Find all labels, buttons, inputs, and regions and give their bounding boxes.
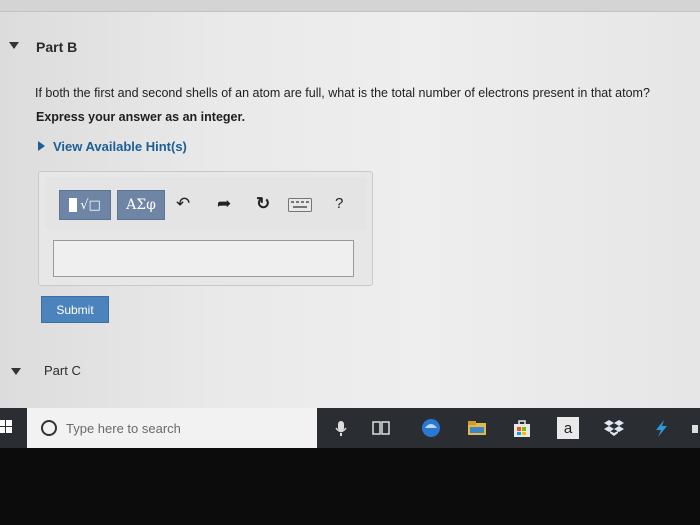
taskbar-search[interactable]: Type here to search xyxy=(27,408,317,448)
hint-expand-icon[interactable] xyxy=(38,141,45,151)
monitor-bezel xyxy=(0,448,700,525)
part-c-title[interactable]: Part C xyxy=(44,363,81,378)
template-square-icon xyxy=(69,198,78,212)
notification-icon[interactable] xyxy=(690,417,700,439)
edge-browser-icon[interactable] xyxy=(418,417,444,439)
vpn-icon[interactable] xyxy=(650,417,672,439)
microphone-icon[interactable] xyxy=(330,417,352,439)
answer-instruction: Express your answer as an integer. xyxy=(36,110,246,124)
answer-input[interactable] xyxy=(53,240,354,277)
cortana-icon xyxy=(41,420,57,436)
start-icon[interactable] xyxy=(0,418,12,436)
undo-icon[interactable]: ↶ xyxy=(176,194,190,214)
task-view-icon[interactable] xyxy=(370,417,392,439)
amazon-icon[interactable]: a xyxy=(557,417,579,439)
part-b-title[interactable]: Part B xyxy=(36,39,77,55)
templates-label: √□ xyxy=(80,197,101,213)
question-text: If both the first and second shells of a… xyxy=(35,86,650,100)
answer-panel: √□ ΑΣφ ↶ ➦ ↻ ? xyxy=(38,171,373,286)
file-explorer-icon[interactable] xyxy=(466,417,488,439)
store-icon[interactable] xyxy=(511,417,533,439)
collapse-part-c-icon[interactable] xyxy=(11,368,21,375)
symbols-button[interactable]: ΑΣφ xyxy=(117,190,165,220)
redo-icon[interactable]: ➦ xyxy=(217,194,231,214)
dropbox-icon[interactable] xyxy=(603,417,625,439)
amazon-label: a xyxy=(563,419,573,437)
windows-taskbar: Type here to search a xyxy=(0,408,700,448)
browser-viewport: Part B If both the first and second shel… xyxy=(0,0,700,412)
symbols-label: ΑΣφ xyxy=(126,197,156,213)
keyboard-icon[interactable] xyxy=(288,197,312,217)
templates-button[interactable]: √□ xyxy=(59,190,111,220)
reset-icon[interactable]: ↻ xyxy=(256,194,270,214)
view-hints-link[interactable]: View Available Hint(s) xyxy=(53,139,187,154)
help-icon[interactable]: ? xyxy=(335,194,343,214)
top-divider xyxy=(0,0,700,12)
math-toolbar: √□ ΑΣφ ↶ ➦ ↻ ? xyxy=(45,177,366,230)
collapse-part-b-icon[interactable] xyxy=(9,42,19,49)
submit-button[interactable]: Submit xyxy=(41,296,109,323)
search-placeholder: Type here to search xyxy=(66,420,181,436)
